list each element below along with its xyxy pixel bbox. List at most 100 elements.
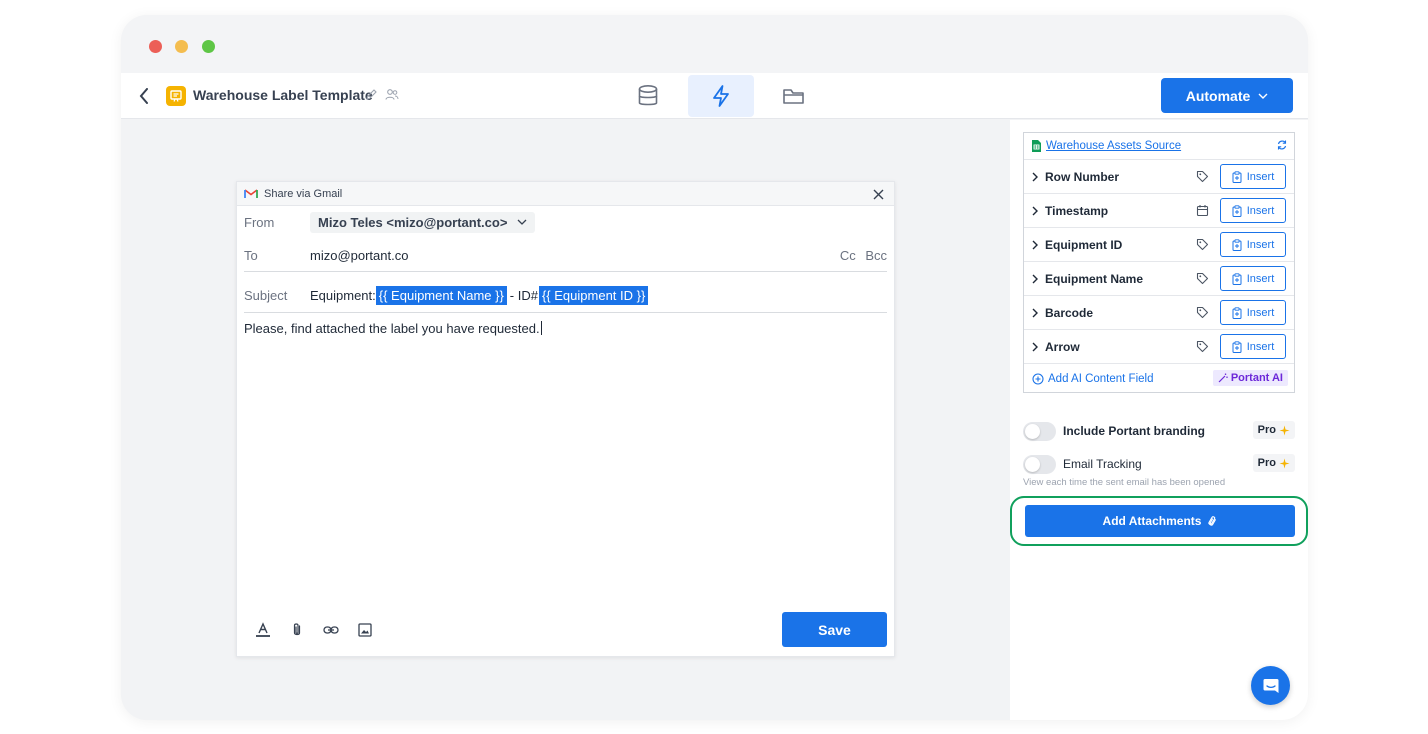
insert-button[interactable]: Insert	[1220, 164, 1286, 189]
tag-icon	[1196, 238, 1209, 251]
from-select[interactable]: Mizo Teles <mizo@portant.co>	[310, 211, 536, 233]
merge-tag-equipment-name[interactable]: {{ Equipment Name }}	[375, 285, 507, 305]
add-ai-field-button[interactable]: Add AI Content Field	[1032, 373, 1153, 385]
tab-outputs[interactable]	[761, 75, 827, 117]
automate-button[interactable]: Automate	[1161, 78, 1293, 113]
tab-data-source[interactable]	[615, 75, 681, 117]
source-link[interactable]: Warehouse Assets Source	[1046, 140, 1181, 152]
insert-image-button[interactable]	[355, 620, 375, 640]
template-icon	[166, 86, 186, 106]
dialog-close-button[interactable]	[870, 186, 886, 202]
field-row[interactable]: Row Number Insert	[1024, 160, 1294, 194]
insert-label: Insert	[1246, 170, 1275, 183]
insert-button[interactable]: Insert	[1220, 232, 1286, 257]
chevron-right-icon[interactable]	[1032, 274, 1038, 284]
minimize-window-button[interactable]	[175, 40, 188, 53]
automate-label: Automate	[1185, 87, 1251, 104]
portant-ai-badge: Portant AI	[1212, 370, 1288, 386]
insert-link-button[interactable]	[321, 620, 341, 640]
refresh-icon[interactable]	[1276, 139, 1288, 151]
save-button[interactable]: Save	[782, 612, 887, 647]
chevron-right-icon[interactable]	[1032, 308, 1038, 318]
format-toolbar	[253, 620, 375, 640]
chevron-right-icon[interactable]	[1032, 206, 1038, 216]
tracking-toggle[interactable]	[1023, 454, 1056, 474]
zoom-window-button[interactable]	[202, 40, 215, 53]
field-row[interactable]: Arrow Insert	[1024, 330, 1294, 364]
insert-button[interactable]: Insert	[1220, 198, 1286, 223]
gmail-share-dialog: Share via Gmail From Mizo Teles <mizo@po…	[236, 181, 895, 657]
branding-toggle[interactable]	[1023, 421, 1056, 441]
clipboard-icon	[1232, 340, 1242, 353]
attachments-highlight: Add Attachments	[1010, 496, 1308, 546]
subject-row[interactable]: Subject Equipment: {{ Equipment Name }} …	[244, 284, 887, 306]
insert-label: Insert	[1246, 204, 1275, 217]
chevron-right-icon[interactable]	[1032, 240, 1038, 250]
insert-label: Insert	[1246, 238, 1275, 251]
paperclip-icon	[293, 623, 301, 636]
to-field[interactable]: mizo@portant.co	[310, 248, 408, 263]
text-caret	[540, 321, 542, 335]
support-chat-button[interactable]	[1251, 666, 1290, 705]
app-header: Warehouse Label Template Automate	[121, 73, 1308, 119]
insert-label: Insert	[1246, 340, 1275, 353]
from-row: From Mizo Teles <mizo@portant.co>	[244, 210, 887, 234]
back-button[interactable]	[135, 85, 153, 107]
insert-button[interactable]: Insert	[1220, 334, 1286, 359]
cc-toggle[interactable]: Cc	[840, 248, 856, 263]
tracking-help-text: View each time the sent email has been o…	[1023, 477, 1226, 488]
attach-file-button[interactable]	[287, 620, 307, 640]
link-icon	[323, 626, 339, 634]
dialog-title: Share via Gmail	[264, 187, 343, 200]
field-row[interactable]: Timestamp Insert	[1024, 194, 1294, 228]
close-window-button[interactable]	[149, 40, 162, 53]
add-ai-field-label: Add AI Content Field	[1048, 373, 1154, 385]
email-body[interactable]: Please, find attached the label you have…	[244, 321, 542, 336]
sparkle-icon	[1279, 425, 1290, 435]
pencil-icon[interactable]	[365, 88, 378, 106]
image-icon	[358, 623, 372, 637]
pro-label: Pro	[1257, 424, 1276, 436]
lightning-icon	[713, 85, 729, 107]
field-row[interactable]: Barcode Insert	[1024, 296, 1294, 330]
field-row[interactable]: Equipment ID Insert	[1024, 228, 1294, 262]
clipboard-icon	[1232, 170, 1242, 183]
insert-button[interactable]: Insert	[1220, 266, 1286, 291]
mode-tabs	[615, 73, 834, 119]
title-bar	[121, 15, 1308, 73]
chevron-right-icon[interactable]	[1032, 342, 1038, 352]
tab-automation[interactable]	[688, 75, 754, 117]
field-name: Row Number	[1045, 169, 1120, 184]
app-window: Warehouse Label Template Automate Share …	[121, 15, 1308, 720]
tag-icon	[1196, 272, 1209, 285]
field-name: Equipment Name	[1045, 271, 1144, 286]
add-attachments-label: Add Attachments	[1102, 514, 1202, 528]
text-format-button[interactable]	[253, 620, 273, 640]
editor-canvas: Share via Gmail From Mizo Teles <mizo@po…	[121, 120, 1010, 720]
paperclip-icon	[1208, 515, 1217, 526]
text-color-icon	[256, 622, 270, 637]
gmail-icon	[244, 188, 258, 199]
share-users-icon[interactable]	[385, 88, 399, 106]
insert-button[interactable]: Insert	[1220, 300, 1286, 325]
chevron-left-icon	[139, 88, 148, 104]
to-label: To	[244, 247, 258, 263]
field-name: Equipment ID	[1045, 237, 1123, 252]
portant-ai-label: Portant AI	[1230, 372, 1283, 384]
calendar-icon	[1196, 204, 1209, 217]
tag-icon	[1196, 170, 1209, 183]
from-label: From	[244, 214, 275, 230]
merge-tag-equipment-id[interactable]: {{ Equipment ID }}	[538, 285, 649, 305]
dialog-header: Share via Gmail	[237, 182, 894, 206]
template-title: Warehouse Label Template	[193, 87, 373, 103]
branding-label: Include Portant branding	[1063, 424, 1206, 438]
chevron-down-icon	[517, 219, 527, 225]
folder-icon	[783, 89, 804, 104]
to-row: To mizo@portant.co Cc Bcc	[244, 244, 887, 266]
field-row[interactable]: Equipment Name Insert	[1024, 262, 1294, 296]
field-name: Barcode	[1045, 305, 1094, 320]
insert-label: Insert	[1246, 306, 1275, 319]
add-attachments-button[interactable]: Add Attachments	[1025, 505, 1295, 537]
chevron-right-icon[interactable]	[1032, 172, 1038, 182]
bcc-toggle[interactable]: Bcc	[865, 248, 887, 263]
